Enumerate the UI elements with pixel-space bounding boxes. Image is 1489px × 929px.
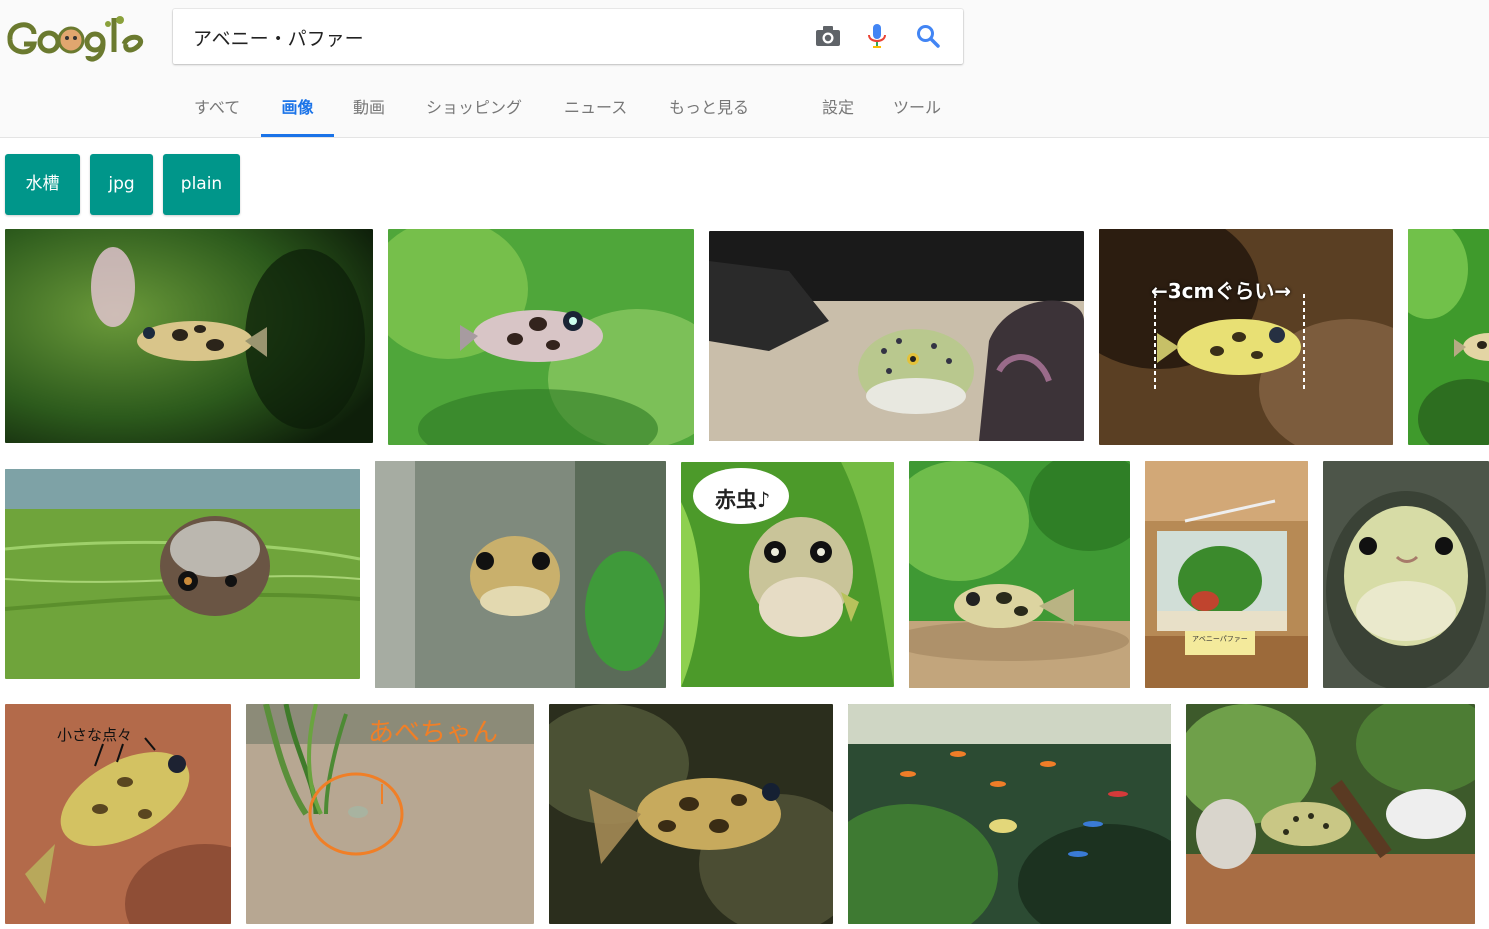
tab-videos[interactable]: 動画 xyxy=(353,86,385,134)
tab-shopping[interactable]: ショッピング xyxy=(426,86,522,134)
chip-plain[interactable]: plain xyxy=(163,154,240,215)
tab-tools[interactable]: ツール xyxy=(893,86,941,134)
image-result[interactable] xyxy=(375,461,666,688)
tab-news[interactable]: ニュース xyxy=(564,86,627,134)
image-result[interactable] xyxy=(848,704,1171,924)
search-tabs: すべて 画像 動画 ショッピング ニュース もっと見る 設定 ツール xyxy=(0,86,1000,137)
google-doodle-logo[interactable] xyxy=(4,10,146,66)
search-input[interactable]: アベニー・パファー xyxy=(193,24,364,51)
image-result[interactable] xyxy=(388,229,694,445)
image-result[interactable] xyxy=(1408,229,1489,445)
search-icon[interactable] xyxy=(913,21,943,51)
image-result[interactable]: ←3cmぐらい→ xyxy=(1099,229,1393,445)
image-caption: あべちゃん xyxy=(368,718,499,748)
image-caption: アベニーパファー xyxy=(1192,635,1248,643)
chip-aquarium[interactable]: 水槽 xyxy=(5,154,80,215)
tab-more[interactable]: もっと見る xyxy=(669,86,749,134)
header-bar: アベニー・パファー すべて 画像 動画 ショッピング ニュース もっと見る 設定… xyxy=(0,0,1489,138)
image-result[interactable]: 赤虫♪ xyxy=(681,462,894,687)
image-result[interactable]: アベニーパファー xyxy=(1145,461,1308,688)
image-result[interactable] xyxy=(1186,704,1475,924)
tab-images[interactable]: 画像 xyxy=(261,86,334,137)
image-result[interactable]: 小さな点々 xyxy=(5,704,231,924)
chip-jpg[interactable]: jpg xyxy=(90,154,153,215)
search-box[interactable]: アベニー・パファー xyxy=(173,9,963,64)
image-result[interactable] xyxy=(5,469,360,679)
image-result[interactable] xyxy=(5,229,373,443)
image-caption: 小さな点々 xyxy=(57,726,133,744)
image-result[interactable]: あべちゃん xyxy=(246,704,534,924)
image-caption: 赤虫♪ xyxy=(715,488,771,512)
microphone-icon[interactable] xyxy=(862,21,892,51)
image-result[interactable] xyxy=(549,704,833,924)
camera-icon[interactable] xyxy=(813,21,843,51)
image-caption: ←3cmぐらい→ xyxy=(1151,279,1292,303)
image-result[interactable] xyxy=(709,231,1084,441)
image-result[interactable] xyxy=(1323,461,1489,688)
image-result[interactable] xyxy=(909,461,1130,688)
tab-all[interactable]: すべて xyxy=(194,86,240,134)
tab-settings[interactable]: 設定 xyxy=(822,86,854,134)
